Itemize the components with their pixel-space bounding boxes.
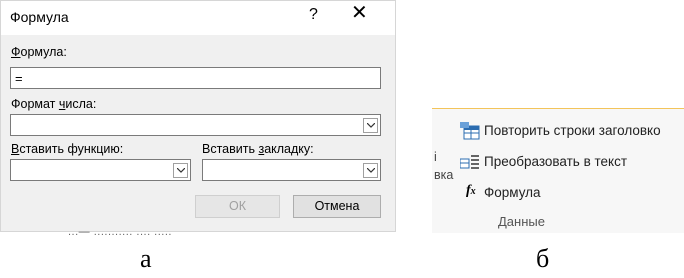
dialog-title: Формула (10, 9, 69, 25)
formula-ribbon-label: Формула (484, 185, 541, 200)
formula-label-accesskey: Ф (11, 45, 21, 59)
ribbon-left-fragment-2: вка (434, 168, 454, 182)
ribbon-left-fragment-1: і (434, 150, 437, 164)
ok-button[interactable]: ОК (195, 195, 280, 218)
close-icon[interactable]: ✕ (351, 3, 368, 23)
insert-bookmark-select[interactable] (202, 159, 381, 181)
insert-bookmark-label-a: Вставить (202, 142, 259, 156)
formula-input[interactable]: = (10, 67, 381, 89)
repeat-header-rows-label: Повторить строки заголовко (484, 123, 661, 138)
insert-function-label-text: ставить функцию: (19, 142, 124, 156)
chevron-down-icon[interactable] (173, 163, 188, 178)
caption-a: а (140, 244, 152, 273)
number-format-label-b: исла: (65, 97, 97, 111)
convert-to-text-label: Преобразовать в текст (484, 154, 628, 169)
help-button[interactable]: ? (309, 6, 318, 24)
insert-bookmark-label: Вставить закладку: (202, 142, 314, 156)
number-format-label: Формат числа: (11, 97, 96, 111)
background-document-text: ...— ........... .... ..... (68, 226, 172, 238)
convert-to-text-icon (460, 155, 479, 169)
caption-b: б (536, 244, 550, 273)
dialog-titlebar: Формула ? ✕ (1, 1, 395, 35)
formula-dialog: Формула ? ✕ Формула: = Формат числа: Вст… (0, 0, 396, 232)
formula-label: Формула: (11, 45, 67, 59)
fx-icon: fx (466, 183, 476, 198)
insert-function-label: Вставить функцию: (11, 142, 123, 156)
group-label-data: Данные (498, 214, 545, 229)
cancel-button[interactable]: Отмена (293, 195, 381, 218)
repeat-header-rows-icon (460, 122, 480, 140)
chevron-down-icon[interactable] (363, 163, 378, 178)
insert-function-select[interactable] (10, 159, 191, 181)
formula-value: = (15, 71, 23, 86)
chevron-down-icon[interactable] (363, 118, 378, 133)
insert-bookmark-label-b: акладку: (264, 142, 314, 156)
number-format-select[interactable] (10, 114, 381, 136)
number-format-label-a: Формат (11, 97, 59, 111)
formula-label-text: ормула: (20, 45, 67, 59)
